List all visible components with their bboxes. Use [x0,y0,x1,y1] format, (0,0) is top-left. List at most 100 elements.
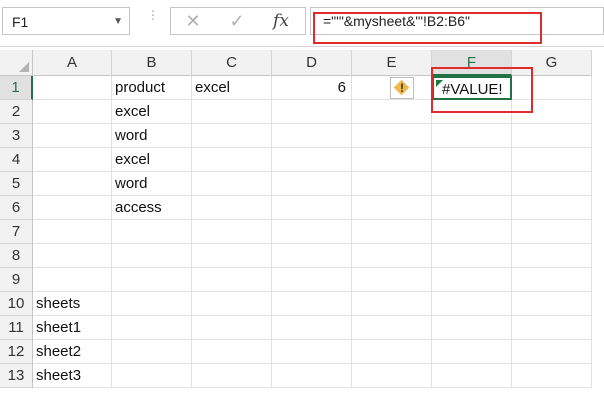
cell-f8[interactable] [432,244,512,268]
cell-b6[interactable]: access [112,196,192,220]
cell-b2[interactable]: excel [112,100,192,124]
cell-f13[interactable] [432,364,512,388]
cell-f4[interactable] [432,148,512,172]
cell-a6[interactable] [33,196,112,220]
column-header-b[interactable]: B [112,50,192,76]
cell-d12[interactable] [272,340,352,364]
cell-a1[interactable] [33,76,112,100]
cell-e7[interactable] [352,220,432,244]
cell-e13[interactable] [352,364,432,388]
cell-c1[interactable]: excel [192,76,272,100]
cell-g3[interactable] [512,124,592,148]
row-header-2[interactable]: 2 [0,100,33,124]
cell-f2[interactable] [432,100,512,124]
cell-g5[interactable] [512,172,592,196]
row-header-3[interactable]: 3 [0,124,33,148]
drag-handle-icon[interactable]: ⋮ [147,9,159,30]
cell-b4[interactable]: excel [112,148,192,172]
cell-d13[interactable] [272,364,352,388]
row-header-10[interactable]: 10 [0,292,33,316]
cell-g9[interactable] [512,268,592,292]
enter-check-icon[interactable]: ✓ [217,9,257,33]
chevron-down-icon[interactable]: ▼ [113,16,123,27]
cell-f9[interactable] [432,268,512,292]
row-header-9[interactable]: 9 [0,268,33,292]
cell-a3[interactable] [33,124,112,148]
cell-g11[interactable] [512,316,592,340]
cell-a5[interactable] [33,172,112,196]
cell-b1[interactable]: product [112,76,192,100]
cell-d1[interactable]: 6 [272,76,352,100]
cell-g4[interactable] [512,148,592,172]
cell-d11[interactable] [272,316,352,340]
cell-d4[interactable] [272,148,352,172]
cell-g13[interactable] [512,364,592,388]
cell-g2[interactable] [512,100,592,124]
cancel-icon[interactable]: ✕ [173,9,213,33]
cell-f12[interactable] [432,340,512,364]
cell-a13[interactable]: sheet3 [33,364,112,388]
cell-c3[interactable] [192,124,272,148]
cell-c11[interactable] [192,316,272,340]
cell-a2[interactable] [33,100,112,124]
cell-d7[interactable] [272,220,352,244]
row-header-12[interactable]: 12 [0,340,33,364]
cell-b7[interactable] [112,220,192,244]
cell-b11[interactable] [112,316,192,340]
column-header-e[interactable]: E [352,50,432,76]
formula-input[interactable]: ="'"&mysheet&"'!B2:B6" [310,7,604,35]
row-header-5[interactable]: 5 [0,172,33,196]
cell-c9[interactable] [192,268,272,292]
cell-g7[interactable] [512,220,592,244]
cell-e3[interactable] [352,124,432,148]
cell-d6[interactable] [272,196,352,220]
cell-f7[interactable] [432,220,512,244]
cell-g6[interactable] [512,196,592,220]
cell-c13[interactable] [192,364,272,388]
cell-d10[interactable] [272,292,352,316]
row-header-13[interactable]: 13 [0,364,33,388]
column-header-c[interactable]: C [192,50,272,76]
cell-e2[interactable] [352,100,432,124]
cell-b8[interactable] [112,244,192,268]
row-header-6[interactable]: 6 [0,196,33,220]
cell-b9[interactable] [112,268,192,292]
cell-c12[interactable] [192,340,272,364]
row-header-11[interactable]: 11 [0,316,33,340]
cell-a8[interactable] [33,244,112,268]
row-header-8[interactable]: 8 [0,244,33,268]
row-header-4[interactable]: 4 [0,148,33,172]
cell-a12[interactable]: sheet2 [33,340,112,364]
cell-e5[interactable] [352,172,432,196]
cell-c8[interactable] [192,244,272,268]
name-box[interactable]: F1 ▼ [2,7,130,35]
column-header-g[interactable]: G [512,50,592,76]
cell-f6[interactable] [432,196,512,220]
cell-e12[interactable] [352,340,432,364]
column-header-f[interactable]: F [432,50,512,76]
cell-f1[interactable]: #VALUE! [432,76,512,100]
column-header-d[interactable]: D [272,50,352,76]
cell-b3[interactable]: word [112,124,192,148]
cell-a10[interactable]: sheets [33,292,112,316]
cell-f10[interactable] [432,292,512,316]
cell-f11[interactable] [432,316,512,340]
cell-e4[interactable] [352,148,432,172]
cell-d9[interactable] [272,268,352,292]
cell-d8[interactable] [272,244,352,268]
cell-c7[interactable] [192,220,272,244]
cell-e8[interactable] [352,244,432,268]
select-all-corner[interactable] [0,50,33,76]
cell-b13[interactable] [112,364,192,388]
cell-f5[interactable] [432,172,512,196]
cell-c5[interactable] [192,172,272,196]
cell-b12[interactable] [112,340,192,364]
cell-a9[interactable] [33,268,112,292]
cell-c6[interactable] [192,196,272,220]
row-header-7[interactable]: 7 [0,220,33,244]
cell-g1[interactable] [512,76,592,100]
cell-e10[interactable] [352,292,432,316]
cell-d3[interactable] [272,124,352,148]
cell-e6[interactable] [352,196,432,220]
insert-function-icon[interactable]: fx [261,9,301,33]
